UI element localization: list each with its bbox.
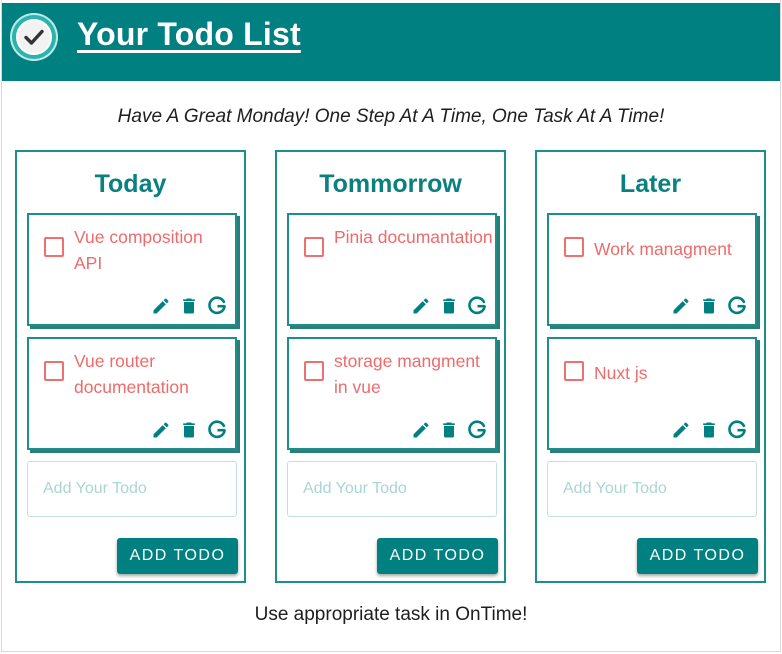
add-todo-button[interactable]: ADD TODO — [377, 538, 498, 574]
add-todo-button[interactable]: ADD TODO — [637, 538, 758, 574]
todo-text: Vue composition API — [74, 227, 203, 273]
todo-checkbox[interactable] — [44, 237, 64, 257]
todo-actions — [670, 418, 748, 442]
todo-card: Nuxt js — [547, 337, 757, 450]
column-title: Tommorrow — [319, 170, 462, 198]
google-g-icon[interactable] — [206, 295, 228, 317]
delete-trash-icon[interactable] — [698, 295, 720, 317]
tagline: Have A Great Monday! One Step At A Time,… — [117, 106, 665, 127]
todo-text: Work managment — [594, 239, 732, 259]
google-g-icon[interactable] — [726, 419, 748, 441]
column-tomorrow: Tommorrow Pinia documantation storage ma… — [275, 150, 506, 583]
edit-pencil-icon[interactable] — [150, 419, 172, 441]
delete-trash-icon[interactable] — [178, 295, 200, 317]
todo-actions — [670, 294, 748, 318]
column-today: Today Vue composition API Vue router doc… — [15, 150, 246, 583]
todo-text: Pinia documantation — [334, 227, 493, 247]
todo-checkbox[interactable] — [44, 361, 64, 381]
app-header: Your Todo List — [2, 3, 780, 81]
delete-trash-icon[interactable] — [438, 419, 460, 441]
delete-trash-icon[interactable] — [698, 419, 720, 441]
todo-card: storage mangment in vue — [287, 337, 497, 450]
add-todo-input[interactable] — [287, 461, 497, 517]
todo-actions — [150, 418, 228, 442]
todo-text: Nuxt js — [594, 363, 648, 383]
delete-trash-icon[interactable] — [438, 295, 460, 317]
add-todo-input[interactable] — [547, 461, 757, 517]
google-g-icon[interactable] — [466, 419, 488, 441]
todo-checkbox[interactable] — [564, 361, 584, 381]
column-later: Later Work managment Nuxt js ADD TODO — [535, 150, 766, 583]
todo-actions — [410, 418, 488, 442]
column-title: Today — [94, 170, 167, 198]
google-g-icon[interactable] — [466, 295, 488, 317]
add-todo-button[interactable]: ADD TODO — [117, 538, 238, 574]
google-g-icon[interactable] — [726, 295, 748, 317]
todo-card: Vue router documentation — [27, 337, 237, 450]
footer-text: Use appropriate task in OnTime! — [254, 604, 528, 625]
edit-pencil-icon[interactable] — [410, 419, 432, 441]
todo-text: storage mangment in vue — [334, 351, 480, 397]
todo-checkbox[interactable] — [304, 237, 324, 257]
todo-checkbox[interactable] — [304, 361, 324, 381]
edit-pencil-icon[interactable] — [670, 419, 692, 441]
google-g-icon[interactable] — [206, 419, 228, 441]
column-title: Later — [619, 170, 682, 198]
todo-actions — [150, 294, 228, 318]
todo-actions — [410, 294, 488, 318]
delete-trash-icon[interactable] — [178, 419, 200, 441]
checkmark-circle-icon — [10, 13, 58, 61]
add-todo-input[interactable] — [27, 461, 237, 517]
todo-checkbox[interactable] — [564, 237, 584, 257]
edit-pencil-icon[interactable] — [670, 295, 692, 317]
todo-text: Vue router documentation — [74, 351, 189, 397]
page-title[interactable]: Your Todo List — [77, 16, 301, 53]
edit-pencil-icon[interactable] — [150, 295, 172, 317]
todo-card: Work managment — [547, 213, 757, 326]
todo-card: Vue composition API — [27, 213, 237, 326]
edit-pencil-icon[interactable] — [410, 295, 432, 317]
todo-card: Pinia documantation — [287, 213, 497, 326]
